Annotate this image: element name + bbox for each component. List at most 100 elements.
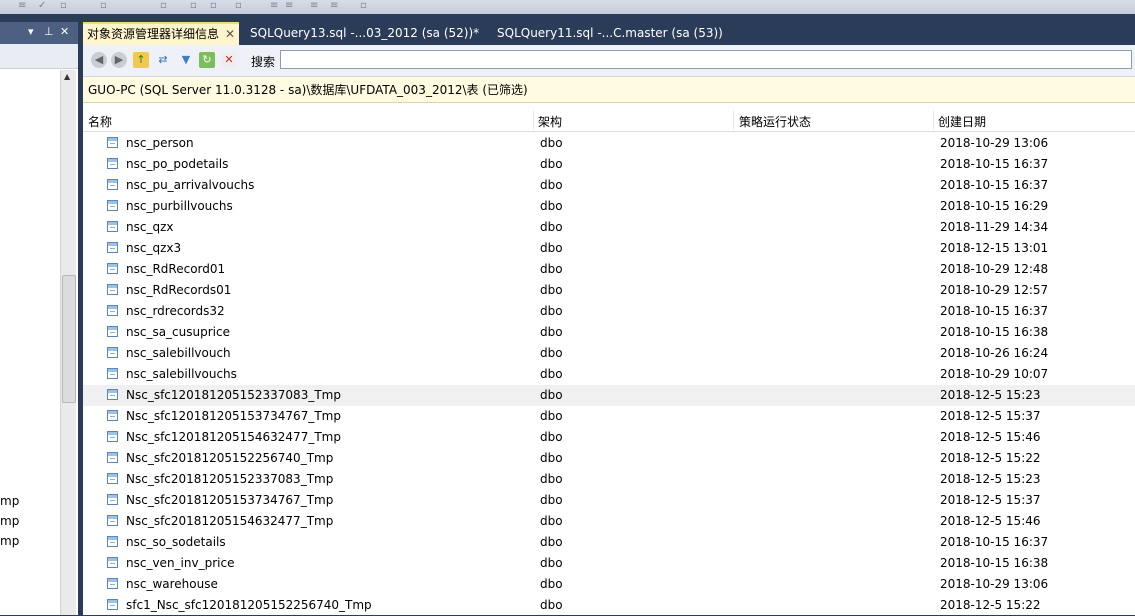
column-header-policy-health[interactable]: 策略运行状态 [739, 113, 811, 130]
tree-item-partial[interactable]: mp [0, 494, 19, 508]
table-name-cell: nsc_pu_arrivalvouchs [126, 178, 255, 192]
table-icon [107, 158, 118, 169]
date-created-cell: 2018-10-15 16:37 [940, 535, 1049, 549]
table-row[interactable]: Nsc_sfc120181205154632477_Tmp dbo 2018-12-… [83, 427, 1135, 448]
schema-cell: dbo [540, 493, 563, 507]
table-row[interactable]: Nsc_sfc20181205152256740_Tmp dbo 2018-12-5… [83, 448, 1135, 469]
column-header-schema[interactable]: 架构 [538, 113, 562, 130]
table-name-cell: nsc_ven_inv_price [126, 556, 235, 570]
schema-cell: dbo [540, 199, 563, 213]
table-icon [107, 494, 118, 505]
toolbar-button-icon[interactable]: ≡ [330, 1, 342, 11]
toolbar-button-icon[interactable]: ≡ [270, 1, 282, 11]
date-created-cell: 2018-10-15 16:37 [940, 157, 1049, 171]
table-row[interactable]: nsc_so_sodetails dbo 2018-10-15 16:37 [83, 532, 1135, 553]
table-row[interactable]: Nsc_sfc20181205152337083_Tmp dbo 2018-12-5… [83, 469, 1135, 490]
table-row[interactable]: nsc_qzx3 dbo 2018-12-15 13:01 [83, 238, 1135, 259]
column-divider[interactable] [933, 111, 934, 129]
schema-cell: dbo [540, 556, 563, 570]
stop-icon[interactable]: ✕ [221, 52, 237, 68]
toolbar-button-icon[interactable]: ≡ [18, 1, 30, 11]
table-row[interactable]: Nsc_sfc20181205153734767_Tmp dbo 2018-12-5… [83, 490, 1135, 511]
schema-cell: dbo [540, 451, 563, 465]
table-name-cell: nsc_purbillvouchs [126, 199, 233, 213]
table-name-cell: Nsc_sfc120181205152337083_Tmp [126, 388, 341, 402]
column-divider[interactable] [533, 111, 534, 129]
table-row[interactable]: nsc_pu_arrivalvouchs dbo 2018-10-15 16:37 [83, 175, 1135, 196]
schema-cell: dbo [540, 178, 563, 192]
filter-icon[interactable]: ▼ [178, 52, 194, 68]
table-row[interactable]: nsc_RdRecord01 dbo 2018-10-29 12:48 [83, 259, 1135, 280]
search-input[interactable] [280, 50, 1132, 69]
object-explorer-subbar [0, 44, 78, 69]
date-created-cell: 2018-10-15 16:38 [940, 556, 1049, 570]
tree-item-partial[interactable]: mp [0, 514, 19, 528]
tree-item-partial[interactable]: mp [0, 534, 19, 548]
toolbar-button-icon[interactable]: ≡ [310, 1, 322, 11]
object-explorer-header: ▾ ⊥ ✕ [0, 22, 78, 44]
column-header-row: 名称 架构 策略运行状态 创建日期 [83, 109, 1135, 132]
pin-icon[interactable]: ⊥ [44, 25, 54, 38]
toolbar-button-icon[interactable]: ≡ [285, 1, 297, 11]
tab-sqlquery13[interactable]: SQLQuery13.sql -...03_2012 (sa (52))* [246, 22, 483, 45]
table-icon [107, 305, 118, 316]
vertical-scrollbar[interactable]: ▲ [60, 70, 76, 615]
table-row[interactable]: sfc1_Nsc_sfc120181205152256740_Tmp dbo 201… [83, 595, 1135, 616]
toolbar-button-icon[interactable]: ▫ [60, 1, 72, 11]
table-row[interactable]: nsc_ven_inv_price dbo 2018-10-15 16:38 [83, 553, 1135, 574]
sync-icon[interactable]: ⇄ [155, 52, 171, 68]
table-row[interactable]: nsc_RdRecords01 dbo 2018-10-29 12:57 [83, 280, 1135, 301]
table-row[interactable]: nsc_purbillvouchs dbo 2018-10-15 16:29 [83, 196, 1135, 217]
scrollbar-thumb[interactable] [62, 275, 76, 403]
scroll-up-icon[interactable]: ▲ [64, 72, 70, 81]
toolbar-button-icon[interactable]: ▫ [235, 1, 247, 11]
column-header-date-created[interactable]: 创建日期 [938, 113, 986, 130]
date-created-cell: 2018-10-29 13:06 [940, 577, 1049, 591]
schema-cell: dbo [540, 157, 563, 171]
refresh-icon[interactable]: ↻ [199, 52, 215, 68]
toolbar-button-icon[interactable]: ▫ [100, 1, 112, 11]
table-row[interactable]: nsc_warehouse dbo 2018-10-29 13:06 [83, 574, 1135, 595]
table-row[interactable]: nsc_salebillvouch dbo 2018-10-26 16:24 [83, 343, 1135, 364]
close-icon[interactable]: ✕ [225, 27, 235, 41]
forward-icon[interactable]: ▶ [111, 52, 127, 68]
table-icon [107, 242, 118, 253]
up-folder-icon[interactable]: ↑ [133, 52, 149, 68]
table-row[interactable]: Nsc_sfc120181205152337083_Tmp dbo 2018-12-… [83, 385, 1135, 406]
table-icon [107, 179, 118, 190]
check-icon[interactable]: ✓ [38, 1, 50, 11]
table-name-cell: nsc_warehouse [126, 577, 218, 591]
toolbar-button-icon[interactable]: ▫ [160, 1, 172, 11]
table-name-cell: nsc_salebillvouch [126, 346, 231, 360]
column-divider[interactable] [733, 111, 734, 129]
column-header-name[interactable]: 名称 [88, 113, 112, 130]
table-row[interactable]: nsc_person dbo 2018-10-29 13:06 [83, 133, 1135, 154]
table-icon [107, 599, 118, 610]
tab-object-explorer-details[interactable]: 对象资源管理器详细信息 ✕ [83, 22, 240, 45]
table-name-cell: Nsc_sfc120181205154632477_Tmp [126, 430, 341, 444]
toolbar-button-icon[interactable]: ▫ [210, 1, 222, 11]
back-icon[interactable]: ◀ [91, 52, 107, 68]
toolbar-button-icon[interactable]: ▫ [190, 1, 202, 11]
schema-cell: dbo [540, 346, 563, 360]
table-row[interactable]: Nsc_sfc20181205154632477_Tmp dbo 2018-12-5… [83, 511, 1135, 532]
table-row[interactable]: nsc_salebillvouchs dbo 2018-10-29 10:07 [83, 364, 1135, 385]
toolbar-button-icon[interactable]: ▫ [360, 1, 372, 11]
date-created-cell: 2018-12-5 15:23 [940, 472, 1041, 486]
table-row[interactable]: Nsc_sfc120181205153734767_Tmp dbo 2018-12-… [83, 406, 1135, 427]
schema-cell: dbo [540, 262, 563, 276]
table-name-cell: nsc_rdrecords32 [126, 304, 225, 318]
table-name-cell: sfc1_Nsc_sfc120181205152256740_Tmp [126, 598, 372, 612]
table-name-cell: nsc_RdRecords01 [126, 283, 232, 297]
tab-sqlquery11[interactable]: SQLQuery11.sql -...C.master (sa (53)) [493, 22, 727, 45]
table-name-cell: Nsc_sfc20181205152256740_Tmp [126, 451, 334, 465]
schema-cell: dbo [540, 220, 563, 234]
chevron-down-icon[interactable]: ▾ [28, 25, 34, 38]
close-icon[interactable]: ✕ [60, 25, 69, 38]
table-name-cell: nsc_so_sodetails [126, 535, 226, 549]
table-row[interactable]: nsc_sa_cusuprice dbo 2018-10-15 16:38 [83, 322, 1135, 343]
table-row[interactable]: nsc_rdrecords32 dbo 2018-10-15 16:37 [83, 301, 1135, 322]
table-row[interactable]: nsc_qzx dbo 2018-11-29 14:34 [83, 217, 1135, 238]
object-explorer-panel: ▾ ⊥ ✕ ▲ mp mp mp [0, 22, 78, 615]
table-row[interactable]: nsc_po_podetails dbo 2018-10-15 16:37 [83, 154, 1135, 175]
